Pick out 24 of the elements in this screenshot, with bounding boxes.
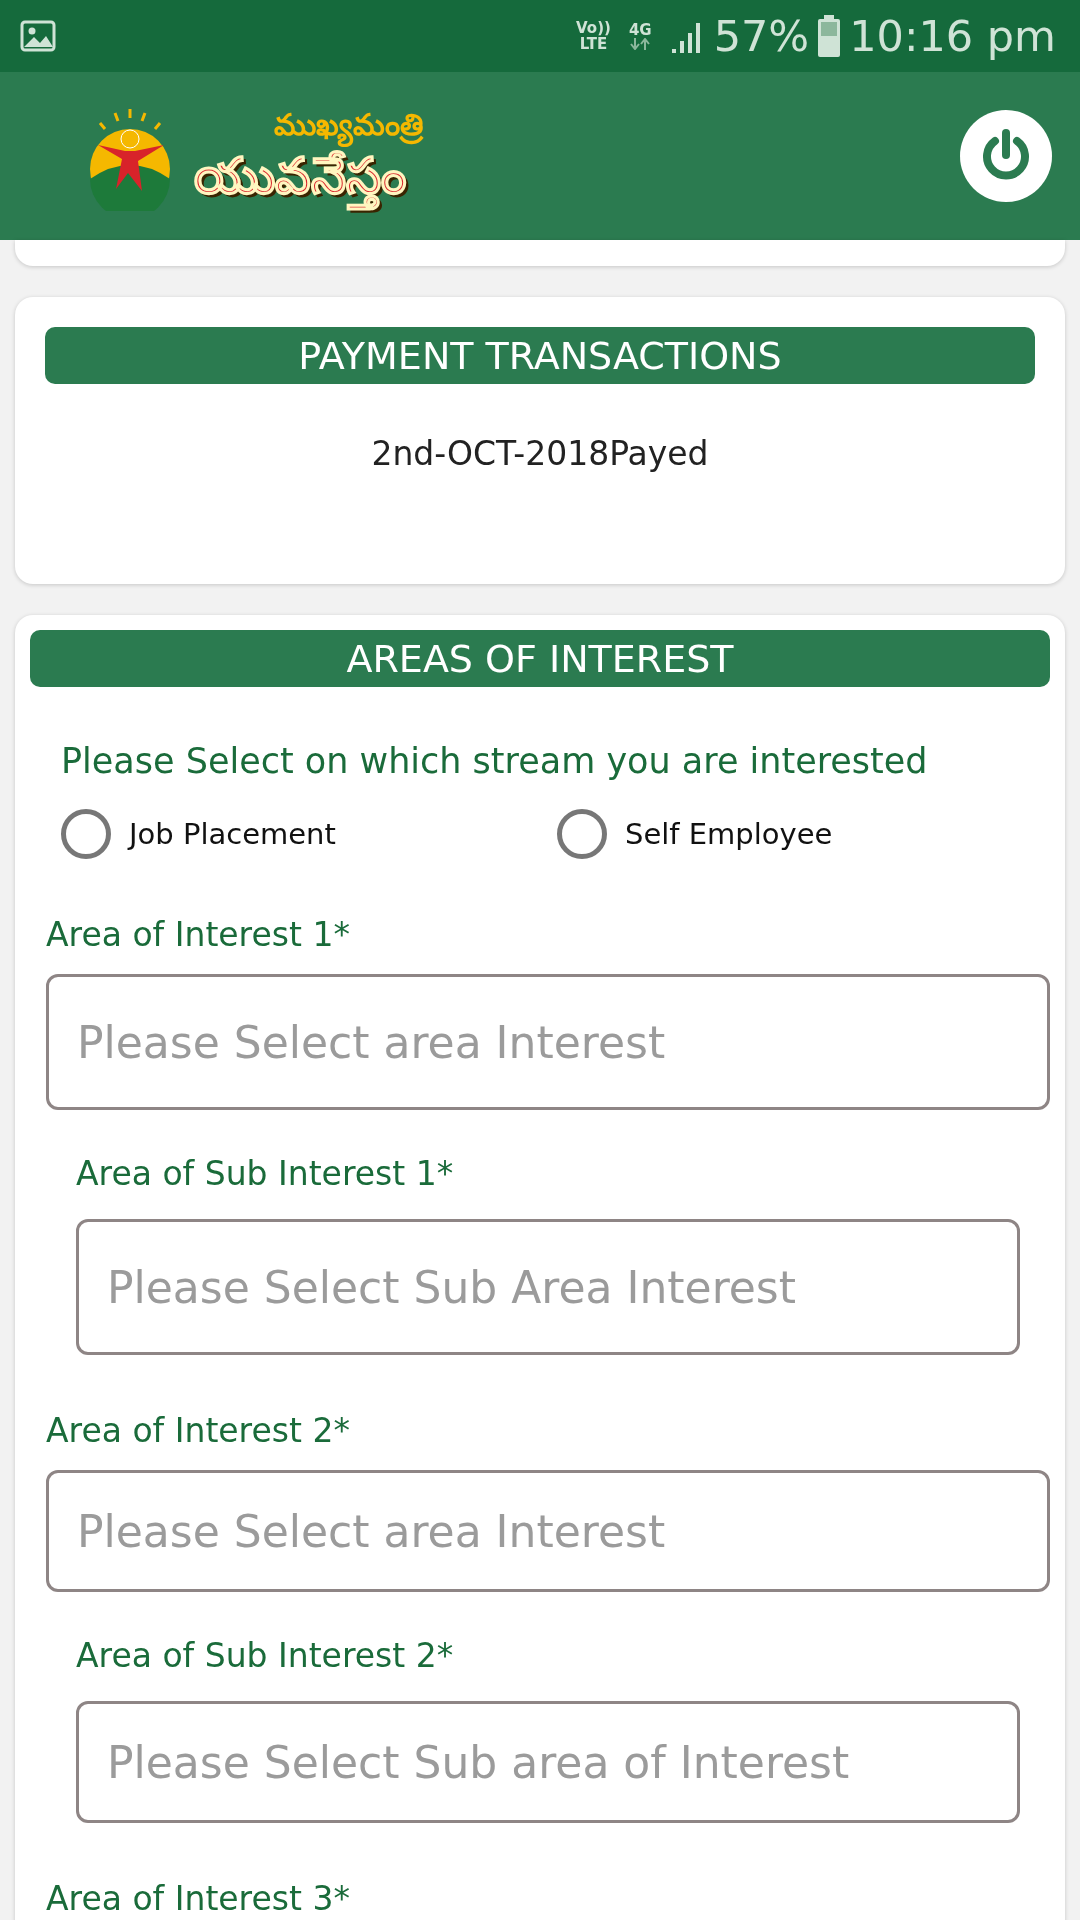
battery-percent: 57% — [713, 11, 810, 61]
field-label: Area of Interest 2* — [46, 1411, 351, 1450]
section-header: PAYMENT TRANSACTIONS — [45, 327, 1035, 384]
field-label: Area of Sub Interest 2* — [76, 1636, 455, 1675]
clock: 10:16 pm — [849, 11, 1056, 61]
section-header: AREAS OF INTEREST — [30, 630, 1050, 687]
stream-radio-option[interactable]: Job Placement — [61, 809, 557, 859]
field-label: Area of Sub Interest 1* — [76, 1154, 455, 1193]
image-icon — [20, 20, 56, 52]
stream-radio-option[interactable]: Self Employee — [557, 809, 1053, 859]
logo-subtitle: ముఖ్యమంత్రి — [274, 105, 423, 145]
stream-prompt: Please Select on which stream you are interested — [61, 741, 929, 781]
select-field[interactable]: Please Select Sub area of Interest — [76, 1701, 1020, 1823]
field-label: Area of Interest 3* — [46, 1879, 351, 1918]
data-arrows-icon — [629, 38, 652, 50]
volte-indicator: Vo)) — [576, 20, 611, 36]
payment-entry: 2nd-OCT-2018Payed — [370, 434, 710, 475]
select-field[interactable]: Please Select Sub Area Interest — [76, 1219, 1020, 1355]
lte-indicator: LTE — [579, 36, 608, 52]
select-field[interactable]: Please Select area Interest — [46, 1470, 1050, 1592]
battery-icon — [817, 15, 842, 57]
field-label: Area of Interest 1* — [46, 915, 351, 954]
network-type: 4G — [628, 22, 652, 38]
select-field[interactable]: Please Select area Interest — [46, 974, 1050, 1110]
